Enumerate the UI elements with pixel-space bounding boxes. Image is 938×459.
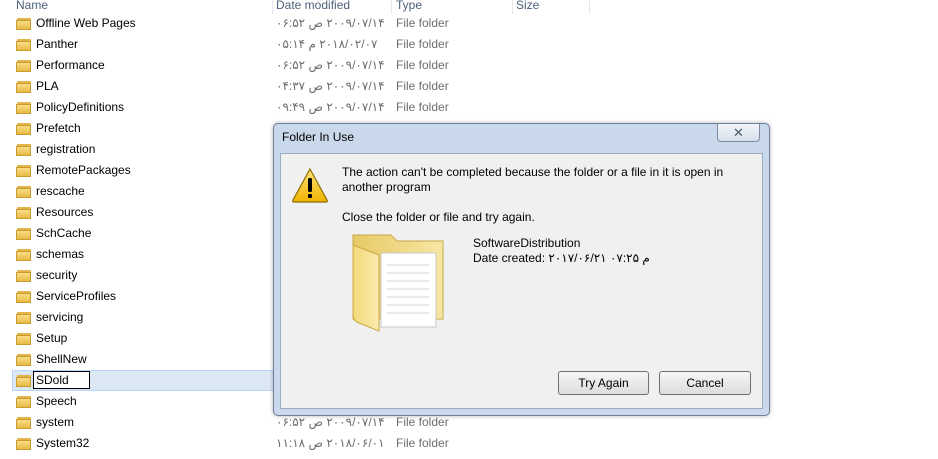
column-header-type[interactable]: Type <box>394 0 422 13</box>
file-name: security <box>36 268 78 282</box>
folder-icon <box>16 38 32 51</box>
file-name: servicing <box>36 310 84 324</box>
folder-icon <box>16 395 32 408</box>
file-name: PLA <box>36 79 59 93</box>
folder-icon <box>16 269 32 282</box>
file-name: ServiceProfiles <box>36 289 117 303</box>
folder-icon <box>16 101 32 114</box>
file-name: Prefetch <box>36 121 81 135</box>
file-type: File folder <box>396 37 449 51</box>
file-name: ShellNew <box>36 352 87 366</box>
folder-icon <box>16 332 32 345</box>
close-icon: ✕ <box>733 125 744 140</box>
folder-icon <box>16 353 32 366</box>
folder-icon <box>16 80 32 93</box>
column-divider[interactable] <box>272 0 273 14</box>
file-type: File folder <box>396 79 449 93</box>
folder-icon <box>16 185 32 198</box>
column-header-date-modified[interactable]: Date modified <box>274 0 350 13</box>
warning-icon <box>292 167 328 203</box>
try-again-button[interactable]: Try Again <box>558 371 649 395</box>
file-row[interactable]: PLA ۲۰۰۹/۰۷/۱۴ ص ۰۴:۳۷ File folder <box>0 76 938 97</box>
file-name: Resources <box>36 205 94 219</box>
file-date-modified: ۲۰۱۸/۰۶/۰۱ ص ۱۱:۱۸ <box>276 436 385 450</box>
dialog-body: The action can't be completed because th… <box>280 153 763 409</box>
folder-icon <box>16 437 32 450</box>
column-headers: Name Date modified Type Size <box>0 0 938 14</box>
close-button[interactable]: ✕ <box>717 124 760 142</box>
item-date-created: Date created: ۲۰۱۷/۰۶/۲۱ م ۰۷:۲۵ <box>473 251 650 265</box>
dialog-title: Folder In Use <box>282 130 355 144</box>
cancel-button[interactable]: Cancel <box>659 371 751 395</box>
file-date-modified: ۲۰۰۹/۰۷/۱۴ ص ۰۶:۵۲ <box>276 16 385 30</box>
folder-icon <box>16 227 32 240</box>
file-row[interactable]: System32 ۲۰۱۸/۰۶/۰۱ ص ۱۱:۱۸ File folder <box>0 433 938 454</box>
file-name: system <box>36 415 75 429</box>
column-divider[interactable] <box>589 0 590 14</box>
folder-icon <box>16 374 32 387</box>
dialog-message: The action can't be completed because th… <box>342 165 724 194</box>
rename-input[interactable]: SDold <box>33 371 90 389</box>
folder-icon <box>352 234 444 332</box>
file-type: File folder <box>396 436 449 450</box>
column-divider[interactable] <box>512 0 513 14</box>
folder-icon <box>16 59 32 72</box>
file-name: registration <box>36 142 96 156</box>
item-name: SoftwareDistribution <box>473 236 581 250</box>
folder-icon <box>16 416 32 429</box>
file-name: schemas <box>36 247 85 261</box>
file-row[interactable]: Offline Web Pages ۲۰۰۹/۰۷/۱۴ ص ۰۶:۵۲ File … <box>0 13 938 34</box>
folder-icon <box>16 143 32 156</box>
column-header-size[interactable]: Size <box>514 0 539 13</box>
file-date-modified: ۲۰۰۹/۰۷/۱۴ ص ۰۹:۴۹ <box>276 100 385 114</box>
file-date-modified: ۲۰۱۸/۰۲/۰۷ م ۰۵:۱۴ <box>276 37 378 51</box>
file-date-modified: ۲۰۰۹/۰۷/۱۴ ص ۰۴:۳۷ <box>276 79 385 93</box>
file-name: SchCache <box>36 226 92 240</box>
file-date-modified: ۲۰۰۹/۰۷/۱۴ ص ۰۶:۵۲ <box>276 58 385 72</box>
folder-icon <box>16 248 32 261</box>
folder-icon <box>16 17 32 30</box>
file-type: File folder <box>396 16 449 30</box>
file-name: Performance <box>36 58 105 72</box>
file-name: rescache <box>36 184 85 198</box>
file-row[interactable]: Performance ۲۰۰۹/۰۷/۱۴ ص ۰۶:۵۲ File folder <box>0 55 938 76</box>
file-name: Offline Web Pages <box>36 16 136 30</box>
folder-icon <box>16 122 32 135</box>
file-date-modified: ۲۰۰۹/۰۷/۱۴ ص ۰۶:۵۲ <box>276 415 385 429</box>
dialog-hint: Close the folder or file and try again. <box>342 210 535 224</box>
folder-icon <box>16 206 32 219</box>
file-name: Panther <box>36 37 79 51</box>
file-row[interactable]: PolicyDefinitions ۲۰۰۹/۰۷/۱۴ ص ۰۹:۴۹ File … <box>0 97 938 118</box>
folder-icon <box>16 164 32 177</box>
folder-icon <box>16 290 32 303</box>
column-header-name[interactable]: Name <box>14 0 48 13</box>
folder-in-use-dialog: Folder In Use ✕ The action can't be comp… <box>273 123 770 416</box>
file-name: Setup <box>36 331 68 345</box>
file-type: File folder <box>396 58 449 72</box>
file-name: PolicyDefinitions <box>36 100 125 114</box>
file-type: File folder <box>396 415 449 429</box>
file-name: Speech <box>36 394 77 408</box>
column-divider[interactable] <box>391 0 392 14</box>
file-row[interactable]: Panther ۲۰۱۸/۰۲/۰۷ م ۰۵:۱۴ File folder <box>0 34 938 55</box>
file-name: System32 <box>36 436 90 450</box>
file-name: RemotePackages <box>36 163 131 177</box>
file-type: File folder <box>396 100 449 114</box>
folder-icon <box>16 311 32 324</box>
